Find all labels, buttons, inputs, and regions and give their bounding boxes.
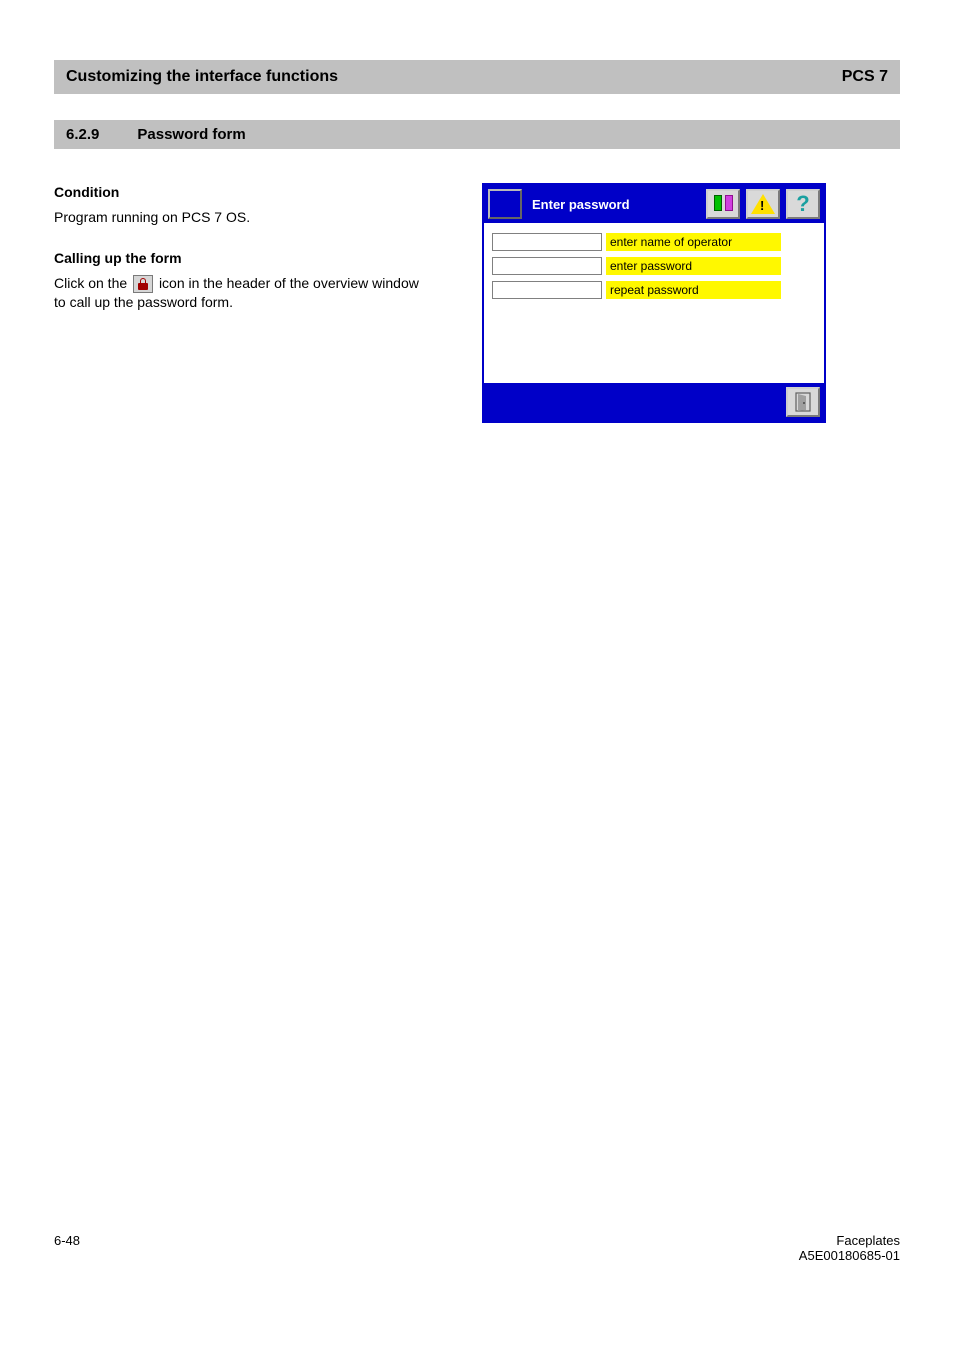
section-heading: 6.2.9 Password form: [54, 120, 900, 149]
page-footer: 6-48 Faceplates A5E00180685-01: [54, 1233, 900, 1263]
password-input[interactable]: [492, 257, 602, 275]
form-titlebar: Enter password ?: [484, 185, 824, 223]
library-icon[interactable]: [706, 189, 740, 219]
repeat-password-row: repeat password: [492, 281, 816, 299]
warning-icon[interactable]: [746, 189, 780, 219]
exit-icon[interactable]: [786, 387, 820, 417]
form-footer: [484, 383, 824, 421]
password-form-panel: Enter password ? enter name of operator: [482, 183, 826, 423]
condition-body: Program running on PCS 7 OS.: [54, 208, 434, 227]
operator-name-row: enter name of operator: [492, 233, 816, 251]
condition-heading: Condition: [54, 183, 434, 202]
page-number: 6-48: [54, 1233, 80, 1263]
repeat-password-input[interactable]: [492, 281, 602, 299]
calling-body: Click on the icon in the header of the o…: [54, 274, 434, 312]
form-icon: [488, 189, 522, 219]
section-number: 6.2.9: [66, 126, 99, 143]
footer-right: Faceplates A5E00180685-01: [799, 1233, 900, 1263]
repeat-password-label: repeat password: [606, 281, 781, 299]
operator-name-input[interactable]: [492, 233, 602, 251]
calling-heading: Calling up the form: [54, 249, 434, 268]
operator-name-label: enter name of operator: [606, 233, 781, 251]
lock-icon: [133, 275, 153, 293]
header-right: PCS 7: [842, 68, 888, 86]
form-title: Enter password: [528, 197, 700, 212]
form-body: enter name of operator enter password re…: [484, 223, 824, 383]
password-row: enter password: [492, 257, 816, 275]
header-left: Customizing the interface functions: [66, 68, 338, 86]
page-header: Customizing the interface functions PCS …: [54, 60, 900, 94]
calling-pre: Click on the: [54, 275, 131, 291]
body-text-column: Condition Program running on PCS 7 OS. C…: [54, 183, 434, 423]
password-label: enter password: [606, 257, 781, 275]
help-icon[interactable]: ?: [786, 189, 820, 219]
section-title: Password form: [137, 126, 245, 143]
